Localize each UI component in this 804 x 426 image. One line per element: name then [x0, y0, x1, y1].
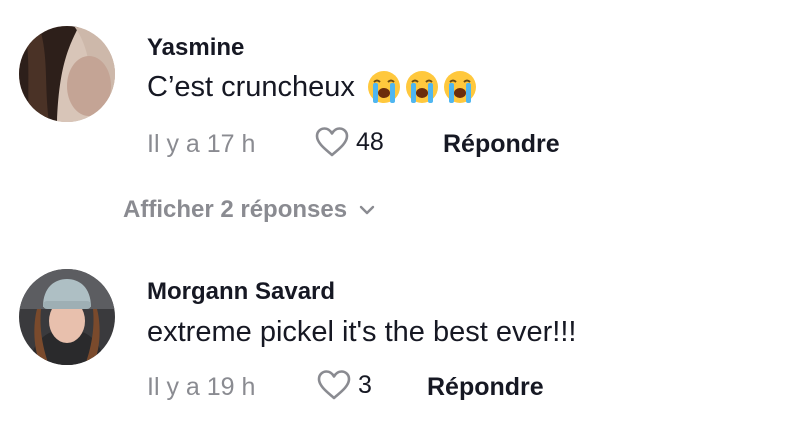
- loudly-crying-face-icon: [405, 71, 438, 103]
- loudly-crying-face-icon: [367, 71, 400, 103]
- reply-button[interactable]: Répondre: [427, 373, 544, 402]
- comment-text: C’est cruncheux: [147, 70, 477, 104]
- avatar[interactable]: [19, 26, 115, 122]
- reply-button[interactable]: Répondre: [443, 130, 560, 159]
- like-button[interactable]: 48: [314, 126, 384, 158]
- comment-username[interactable]: Yasmine: [147, 34, 244, 62]
- comment-username[interactable]: Morgann Savard: [147, 278, 335, 306]
- heart-outline-icon: [315, 127, 349, 157]
- like-count: 48: [356, 127, 384, 156]
- comment-timestamp: Il y a 19 h: [147, 373, 256, 401]
- chevron-down-icon: [359, 205, 375, 215]
- view-replies-label: Afficher 2 réponses: [123, 196, 348, 223]
- like-count: 3: [358, 370, 372, 399]
- comment-body: C’est cruncheux: [147, 70, 355, 103]
- comment-body: extreme pickel it's the best ever!!!: [147, 316, 577, 348]
- view-replies-button[interactable]: Afficher 2 réponses: [123, 196, 375, 224]
- avatar-photo-icon: [19, 26, 115, 122]
- loudly-crying-face-icon: [443, 71, 476, 103]
- comment-text: extreme pickel it's the best ever!!!: [147, 316, 576, 349]
- heart-outline-icon: [317, 370, 351, 400]
- comment-timestamp: Il y a 17 h: [147, 130, 256, 158]
- avatar[interactable]: [19, 269, 115, 365]
- avatar-photo-icon: [19, 269, 115, 365]
- like-button[interactable]: 3: [316, 369, 372, 401]
